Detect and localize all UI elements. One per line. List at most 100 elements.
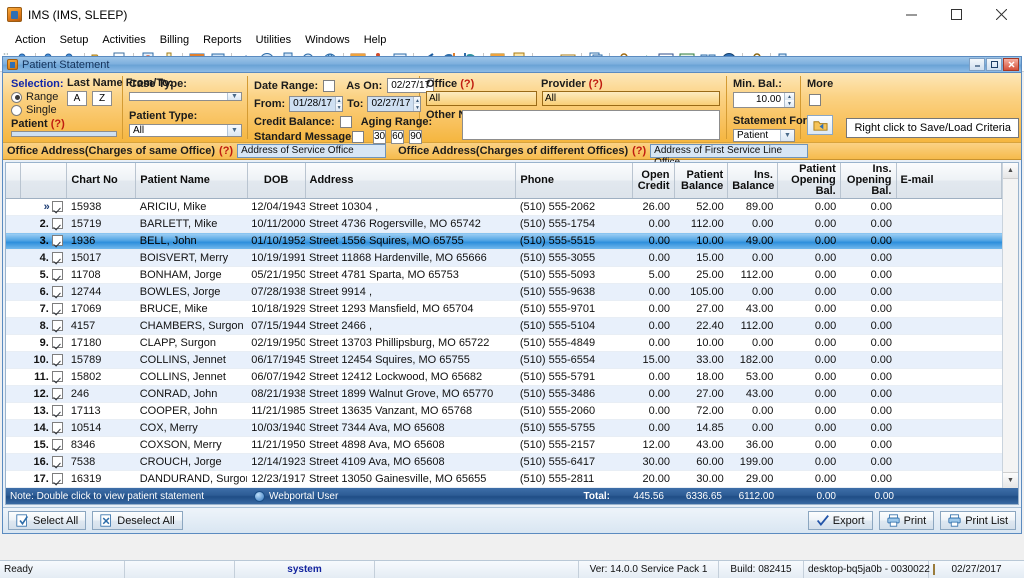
row-checkbox[interactable] xyxy=(51,218,63,229)
table-row[interactable]: 7. 17069 BRUCE, Mike 10/18/1929 Street 1293… xyxy=(6,300,1002,318)
office-help-marker[interactable]: (?) xyxy=(460,78,474,90)
col-phone[interactable]: Phone xyxy=(515,163,633,199)
mdi-minimize-button[interactable] xyxy=(969,58,985,71)
table-row[interactable]: 4. 15017 BOISVERT, Merry 10/19/1991 Street … xyxy=(6,249,1002,267)
office-input[interactable]: All xyxy=(426,91,537,106)
provider-input[interactable]: All xyxy=(542,91,720,106)
row-checkbox[interactable] xyxy=(51,405,63,416)
col-patient-balance[interactable]: Patient Balance xyxy=(674,163,729,199)
menu-reports[interactable]: Reports xyxy=(196,32,249,48)
col-gutter[interactable] xyxy=(6,163,21,199)
patient-type-select[interactable]: All ▼ xyxy=(129,124,242,137)
to-date-input[interactable]: 02/27/17 ▲ ▼ xyxy=(367,96,422,112)
min-balance-spinner[interactable]: ▲ ▼ xyxy=(784,93,794,107)
patient-input[interactable] xyxy=(11,131,117,137)
date-range-checkbox[interactable] xyxy=(323,79,336,92)
other-note-input[interactable] xyxy=(462,110,720,140)
row-checkbox[interactable] xyxy=(51,422,63,433)
col-email[interactable]: E-mail xyxy=(896,163,1002,199)
menu-help[interactable]: Help xyxy=(357,32,394,48)
row-checkbox[interactable] xyxy=(51,371,63,382)
table-row[interactable]: 12. 246 CONRAD, John 08/21/1938 Street 1899… xyxy=(6,385,1002,403)
col-patient-name[interactable]: Patient Name xyxy=(135,163,248,199)
table-row[interactable]: 14. 10514 COX, Merry 10/03/1940 Street 7344… xyxy=(6,419,1002,437)
col-patient-opening-bal[interactable]: Patient Opening Bal. xyxy=(777,163,841,199)
col-chart-no[interactable]: Chart No xyxy=(66,163,137,199)
lastname-to-input[interactable]: Z xyxy=(92,91,112,106)
case-type-select[interactable]: ▼ xyxy=(129,92,242,101)
table-row[interactable]: 3. 1936 BELL, John 01/10/1952 Street 1556 S… xyxy=(6,232,1002,250)
lastname-from-input[interactable]: A xyxy=(67,91,87,106)
table-row[interactable]: 11. 15802 COLLINS, Jennet 06/07/1942 Street… xyxy=(6,368,1002,386)
scroll-up-icon[interactable]: ▲ xyxy=(1003,163,1018,179)
table-row[interactable]: 2. 15719 BARLETT, Mike 10/11/2000 Street 47… xyxy=(6,215,1002,233)
table-row[interactable]: 13. 17113 COOPER, John 11/21/1985 Street 13… xyxy=(6,402,1002,420)
menu-utilities[interactable]: Utilities xyxy=(249,32,298,48)
grid-vertical-scrollbar[interactable]: ▲ ▼ xyxy=(1002,163,1018,488)
from-date-spinner[interactable]: ▲ ▼ xyxy=(335,97,343,111)
table-row[interactable]: 9. 17180 CLAPP, Surgon 02/19/1950 Street 13… xyxy=(6,334,1002,352)
menu-activities[interactable]: Activities xyxy=(95,32,152,48)
table-row[interactable]: 10. 15789 COLLINS, Jennet 06/17/1945 Street… xyxy=(6,351,1002,369)
print-list-button[interactable]: Print List xyxy=(940,511,1016,530)
diff-office-help-marker[interactable]: (?) xyxy=(632,145,646,157)
same-office-input[interactable]: Address of Service Office xyxy=(237,144,387,158)
row-checkbox[interactable] xyxy=(51,388,63,399)
scroll-down-icon[interactable]: ▼ xyxy=(1003,472,1018,488)
row-checkbox[interactable] xyxy=(51,439,63,450)
print-button[interactable]: Print xyxy=(878,511,935,530)
mdi-restore-button[interactable] xyxy=(986,58,1002,71)
credit-balance-checkbox[interactable] xyxy=(339,116,352,128)
select-all-button[interactable]: Select All xyxy=(8,511,87,530)
radio-single[interactable] xyxy=(11,104,22,116)
table-row[interactable]: 6. 12744 BOWLES, Jorge 07/28/1938 Street 99… xyxy=(6,283,1002,301)
col-ins-opening-bal[interactable]: Ins. Opening Bal. xyxy=(840,163,897,199)
menu-windows[interactable]: Windows xyxy=(298,32,357,48)
row-checkbox[interactable] xyxy=(51,354,63,365)
menu-action[interactable]: Action xyxy=(8,32,53,48)
patient-help-marker[interactable]: (?) xyxy=(51,118,65,130)
table-row[interactable]: 8. 4157 CHAMBERS, Surgon 07/15/1944 Street … xyxy=(6,317,1002,335)
more-checkbox[interactable] xyxy=(809,94,821,106)
provider-help-marker[interactable]: (?) xyxy=(589,78,603,90)
standard-messages-checkbox[interactable] xyxy=(352,131,364,143)
table-row[interactable]: 16. 7538 CROUCH, Jorge 12/14/1923 Street 41… xyxy=(6,453,1002,471)
radio-range[interactable] xyxy=(11,91,22,103)
scroll-track[interactable] xyxy=(1003,179,1018,472)
row-checkbox[interactable] xyxy=(51,252,63,263)
minimize-button[interactable] xyxy=(889,0,934,30)
mdi-close-button[interactable] xyxy=(1003,58,1019,71)
statement-for-select[interactable]: Patient ▼ xyxy=(733,129,795,142)
min-balance-input[interactable]: 10.00 ▲ ▼ xyxy=(733,92,795,108)
diff-office-input[interactable]: Address of First Service Line Office xyxy=(650,144,809,168)
row-checkbox[interactable] xyxy=(51,473,63,484)
deselect-all-button[interactable]: Deselect All xyxy=(92,511,183,530)
col-ins-balance[interactable]: Ins. Balance xyxy=(727,163,778,199)
maximize-button[interactable] xyxy=(934,0,979,30)
row-checkbox[interactable] xyxy=(51,269,63,280)
row-checkbox[interactable] xyxy=(51,201,63,212)
row-checkbox[interactable] xyxy=(51,337,63,348)
row-checkbox[interactable] xyxy=(51,235,63,246)
table-row[interactable]: 17. 16319 DANDURAND, Surgon 12/23/1917 Stre… xyxy=(6,470,1002,488)
row-checkbox[interactable] xyxy=(51,320,63,331)
export-button[interactable]: Export xyxy=(807,511,873,530)
aging-30-input[interactable]: 30 xyxy=(373,130,387,144)
row-checkbox[interactable] xyxy=(51,303,63,314)
table-row[interactable]: 5. 11708 BONHAM, Jorge 05/21/1950 Street 47… xyxy=(6,266,1002,284)
col-dob[interactable]: DOB xyxy=(247,163,306,199)
same-office-help-marker[interactable]: (?) xyxy=(219,145,233,157)
open-criteria-icon[interactable] xyxy=(807,115,833,135)
table-row[interactable]: 15. 8346 COXSON, Merry 11/21/1950 Street 48… xyxy=(6,436,1002,454)
from-date-input[interactable]: 01/28/17 ▲ ▼ xyxy=(289,96,344,112)
col-open-credit[interactable]: Open Credit xyxy=(632,163,675,199)
row-checkbox[interactable] xyxy=(51,456,63,467)
table-row[interactable]: » 15938 ARICIU, Mike 12/04/1943 Street 1030… xyxy=(6,198,1002,216)
col-rownum[interactable] xyxy=(20,163,68,199)
aging-60-input[interactable]: 60 xyxy=(391,130,405,144)
menu-billing[interactable]: Billing xyxy=(153,32,196,48)
col-address[interactable]: Address xyxy=(305,163,517,199)
close-button[interactable] xyxy=(979,0,1024,30)
row-checkbox[interactable] xyxy=(51,286,63,297)
menu-setup[interactable]: Setup xyxy=(53,32,96,48)
